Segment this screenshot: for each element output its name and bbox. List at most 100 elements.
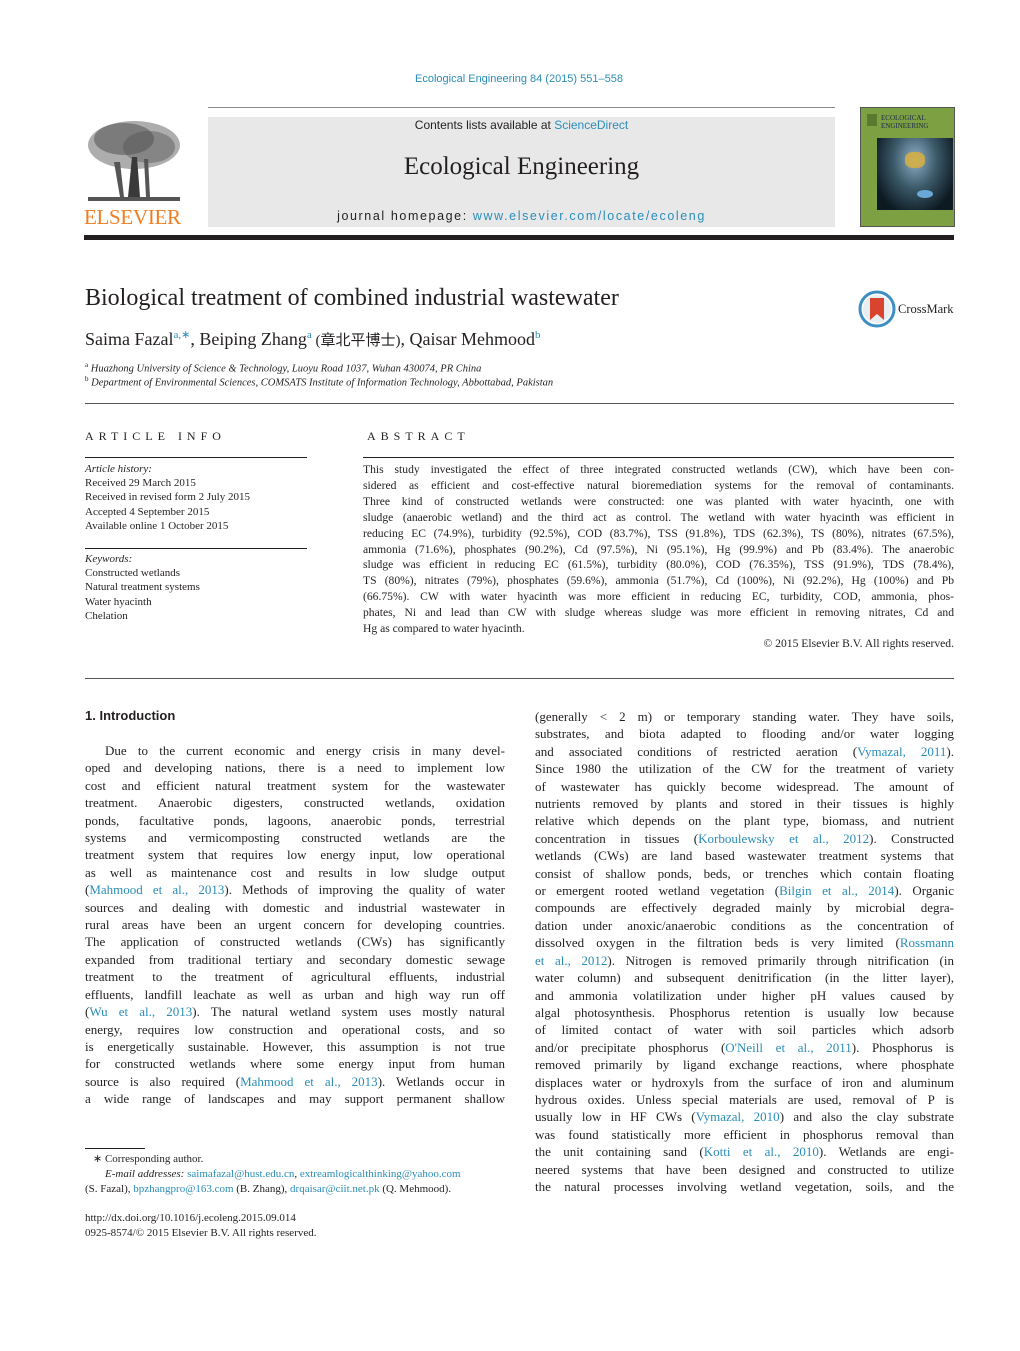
body-text: and/or precipitate phosphorus (	[535, 1039, 726, 1055]
email-link[interactable]: extreamlogicalthinking@yahoo.com	[300, 1168, 461, 1180]
affiliation-text: Huazhong University of Science & Technol…	[90, 363, 482, 375]
body-text-line: Due to the current economic and energy c…	[85, 742, 505, 759]
author-name[interactable]: Saima Fazal	[85, 329, 173, 349]
keywords-label: Keywords:	[85, 553, 133, 565]
crossmark-icon	[858, 290, 896, 328]
body-text-line: algal photosynthesis. Phosphorus retenti…	[535, 1004, 954, 1021]
citation-link[interactable]: Mahmood et al., 2013	[89, 882, 224, 897]
abstract-line: This study investigated the effect of th…	[363, 463, 954, 476]
body-text-line: treatment system that requires low energ…	[85, 846, 505, 863]
affiliation-a: a Huazhong University of Science & Techn…	[85, 361, 481, 375]
abstract-body: This study investigated the effect of th…	[363, 462, 954, 637]
body-text-line: (Mahmood et al., 2013). Methods of impro…	[85, 881, 505, 898]
citation-link[interactable]: et al., 2012	[535, 953, 607, 968]
body-text: the unit containing sand (	[535, 1144, 704, 1160]
citation-link[interactable]: Rossmann	[900, 935, 954, 950]
keywords-rule	[85, 548, 307, 549]
history-item: Available online 1 October 2015	[85, 519, 229, 532]
journal-citation-link[interactable]: Ecological Engineering 84 (2015) 551–558	[0, 73, 1020, 85]
email-link[interactable]: saimafazal@hust.edu.cn	[187, 1168, 294, 1180]
crossmark-label[interactable]: CrossMark	[898, 302, 954, 317]
body-text: source is also required (	[85, 1073, 241, 1089]
body-text-line: source is also required (Mahmood et al.,…	[85, 1073, 505, 1090]
citation-link[interactable]: Kotti et al., 2010	[704, 1144, 819, 1159]
abstract-line: reducing EC (74.9%), turbidity (92.5%), …	[363, 526, 954, 540]
body-text: neered systems that have been designed a…	[535, 1161, 954, 1177]
cover-elsevier-mark	[867, 114, 877, 126]
journal-homepage-line: journal homepage: www.elsevier.com/locat…	[208, 209, 835, 223]
email-link[interactable]: drqaisar@ciit.net.pk	[290, 1183, 380, 1195]
email-label: E-mail addresses:	[105, 1168, 188, 1180]
citation-link[interactable]: O'Neill et al., 2011	[725, 1040, 851, 1055]
body-text-line: as well as maintenance cost and results …	[85, 864, 505, 881]
doi-link[interactable]: http://dx.doi.org/10.1016/j.ecoleng.2015…	[85, 1211, 296, 1226]
citation-link[interactable]: Bilgin et al., 2014	[779, 883, 894, 898]
abstract-heading: ABSTRACT	[367, 429, 470, 443]
keyword: Chelation	[85, 609, 128, 622]
homepage-prefix: journal homepage:	[337, 209, 473, 223]
abstract-line: sludge (anaerobic wetland) and the third…	[363, 510, 954, 524]
author-name[interactable]: Qaisar Mehmood	[409, 329, 534, 349]
citation-link[interactable]: Vymazal, 2010	[696, 1109, 780, 1124]
abstract-line: (66.75%). CW with water hyacinth was mor…	[363, 590, 954, 604]
body-text: displaces water or hydroxyls from the su…	[535, 1074, 954, 1090]
author-list: Saima Fazala,∗, Beiping Zhanga (章北平博士), …	[85, 329, 541, 349]
citation-link[interactable]: Wu et al., 2013	[89, 1004, 192, 1019]
body-text: of wastewater has quickly become widespr…	[535, 778, 954, 794]
body-text-line: systems and vermicomposting constructed …	[85, 829, 505, 846]
body-text-line: of wastewater has quickly become widespr…	[535, 778, 954, 795]
body-text-line: ponds, facultative ponds, lagoons, anaer…	[85, 812, 505, 829]
sciencedirect-link[interactable]: ScienceDirect	[554, 118, 628, 132]
email-owner: (B. Zhang)	[236, 1183, 285, 1195]
abstract-rule	[363, 457, 954, 458]
citation-link[interactable]: Korboulewsky et al., 2012	[698, 831, 869, 846]
citation-link[interactable]: Mahmood et al., 2013	[240, 1074, 378, 1089]
author-name[interactable]: Beiping Zhang	[199, 329, 306, 349]
affiliation-marker: a	[85, 361, 89, 369]
body-text: Due to the current economic and energy c…	[105, 743, 505, 758]
article-history: Article history: Received 29 March 2015 …	[85, 462, 250, 533]
body-text-line: nutrients removed by plants and stored i…	[535, 795, 954, 812]
body-text: substrates, and biota adapted to floodin…	[535, 726, 954, 742]
body-text: was found statistically more efficient i…	[535, 1126, 954, 1142]
body-text: usually low in HF CWs (	[535, 1109, 696, 1125]
corresponding-author-note: ∗ Corresponding author.	[93, 1153, 204, 1165]
author-affiliation-marker[interactable]: a,∗	[173, 329, 190, 341]
body-text-line: and/or precipitate phosphorus (O'Neill e…	[535, 1039, 954, 1056]
body-text: ). Constructed	[869, 830, 954, 846]
introduction-heading: 1. Introduction	[85, 708, 176, 723]
body-text: as well as maintenance cost and results …	[85, 864, 505, 880]
body-text: ). Nitrogen is removed primarily through…	[607, 952, 955, 968]
body-text: ). Organic	[894, 883, 954, 899]
body-text-line: displaces water or hydroxyls from the su…	[535, 1074, 954, 1091]
homepage-link[interactable]: www.elsevier.com/locate/ecoleng	[473, 209, 706, 223]
body-text: hydrous oxides. Unless special materials…	[535, 1091, 954, 1107]
abstract-copyright: © 2015 Elsevier B.V. All rights reserved…	[763, 637, 954, 650]
journal-cover-image[interactable]: ECOLOGICAL ENGINEERING	[860, 107, 955, 227]
email-line: E-mail addresses: saimafazal@hust.edu.cn…	[105, 1168, 461, 1180]
cover-title: ECOLOGICAL ENGINEERING	[881, 114, 928, 130]
body-text: rural areas have been an urgent concern …	[85, 917, 505, 933]
body-text-line: neered systems that have been designed a…	[535, 1161, 954, 1178]
body-text: ). Phosphorus is	[851, 1039, 954, 1055]
body-text: the natural processes involving wetland …	[535, 1178, 954, 1194]
body-text-line: was found statistically more efficient i…	[535, 1126, 954, 1143]
journal-title: Ecological Engineering	[403, 153, 640, 180]
author-affiliation-marker[interactable]: b	[535, 329, 541, 341]
cover-artwork	[877, 138, 953, 210]
abstract-line: phates, Ni and lead than CW with sludge …	[363, 606, 954, 620]
abstract-line: sidered as efficient and cost-effective …	[363, 478, 954, 492]
affiliation-marker: b	[85, 375, 89, 383]
email-link[interactable]: bpzhangpro@163.com	[133, 1183, 233, 1195]
body-text: systems and vermicomposting constructed …	[85, 830, 505, 846]
body-text-line: hydrous oxides. Unless special materials…	[535, 1091, 954, 1108]
body-text-line: sources and dealing with domestic and in…	[85, 899, 505, 916]
body-text-line: substrates, and biota adapted to floodin…	[535, 725, 954, 742]
body-text-line: oped and developing nations, there is a …	[85, 759, 505, 776]
body-text: Since 1980 the utilization of the CW for…	[535, 761, 954, 777]
history-item: Received in revised form 2 July 2015	[85, 491, 250, 504]
citation-link[interactable]: Vymazal, 2011	[857, 744, 946, 759]
body-text: ). Methods of improving the quality of w…	[224, 882, 505, 898]
body-text-line: dation under anoxic/anaerobic conditions…	[535, 917, 954, 934]
body-text-line: relative which depends on the plant type…	[535, 812, 954, 829]
